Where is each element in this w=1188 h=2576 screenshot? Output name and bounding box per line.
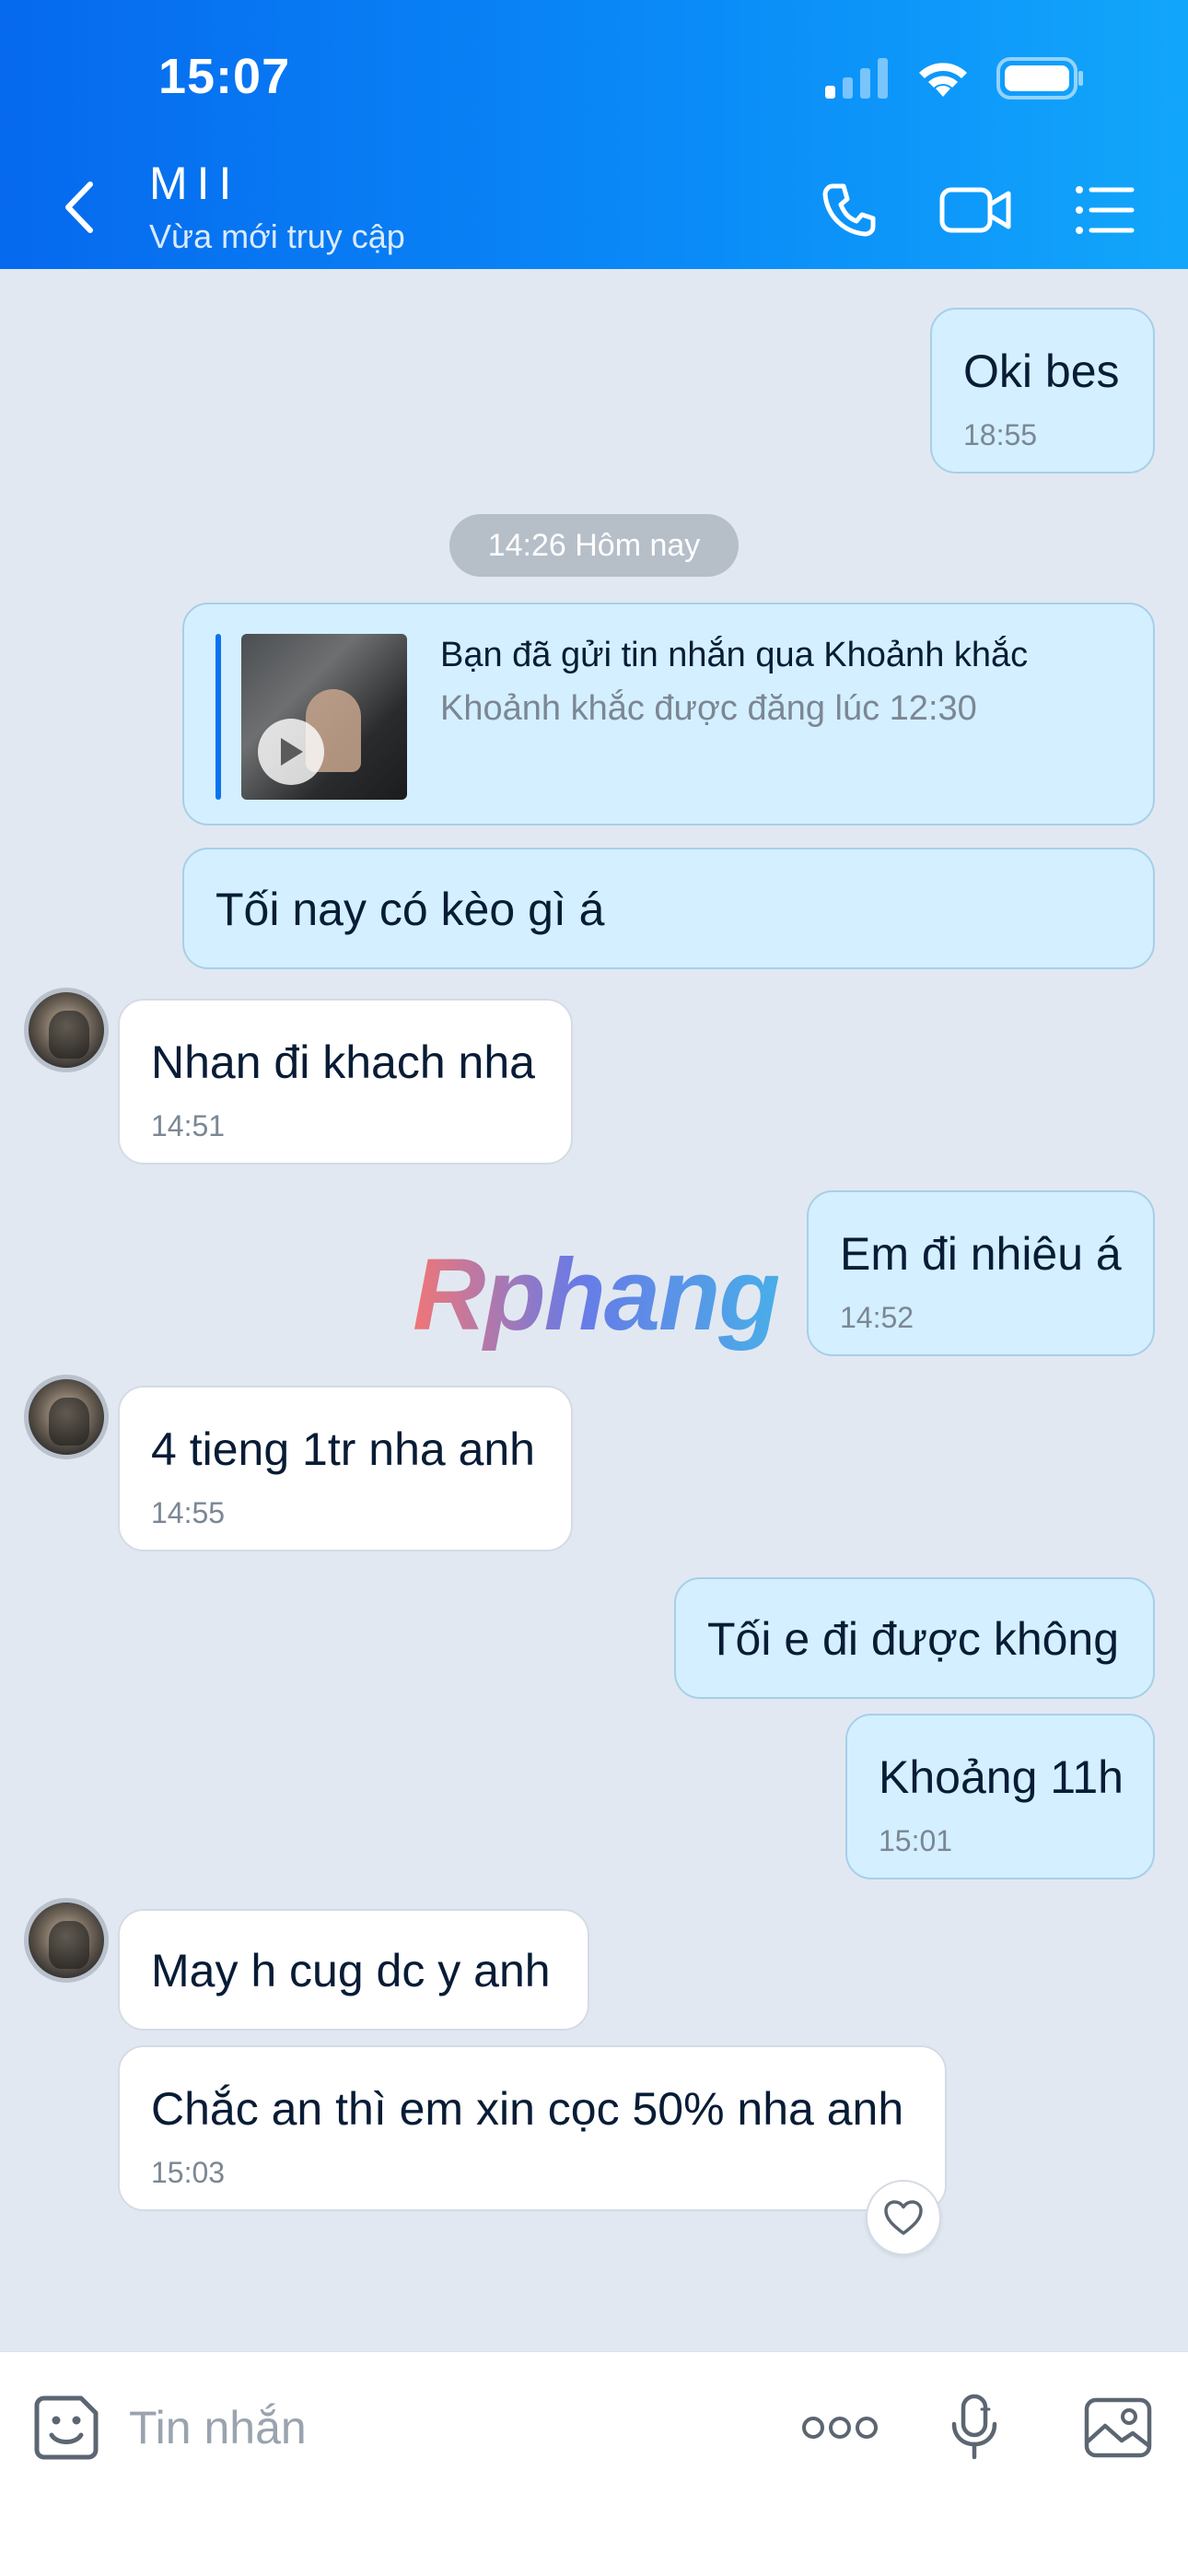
date-separator: 14:26 Hôm nay [449, 514, 739, 577]
more-dots-icon [802, 2417, 878, 2439]
back-button[interactable] [57, 175, 103, 240]
phone-icon [822, 183, 876, 237]
battery-icon [996, 57, 1083, 100]
message-time: 15:03 [151, 2156, 226, 2189]
message-outgoing[interactable]: Em đi nhiêu á 14:52 [807, 1190, 1155, 1356]
quote-bar [215, 634, 221, 800]
microphone-icon [951, 2394, 997, 2460]
contact-avatar[interactable] [24, 1375, 109, 1459]
message-text: Chắc an thì em xin cọc 50% nha anh [151, 2083, 904, 2135]
message-text: May h cug dc y anh [151, 1945, 551, 1996]
message-outgoing[interactable]: Oki bes 18:55 [930, 308, 1155, 474]
message-outgoing[interactable]: Tối nay có kèo gì á [182, 848, 1155, 969]
message-outgoing[interactable]: Khoảng 11h 15:01 [845, 1714, 1155, 1879]
moment-thumbnail[interactable] [241, 634, 407, 800]
moment-reply-card[interactable]: Bạn đã gửi tin nhắn qua Khoảnh khắc Khoả… [182, 603, 1155, 825]
message-time: 14:55 [151, 1496, 226, 1529]
contact-avatar[interactable] [24, 1898, 109, 1983]
sticker-button[interactable] [28, 2389, 105, 2466]
play-button[interactable] [258, 719, 324, 785]
message-time: 15:01 [879, 1824, 953, 1857]
watermark-logo: Rphang [413, 1238, 780, 1352]
chevron-left-icon [65, 181, 93, 233]
wifi-icon [919, 63, 967, 97]
contact-status: Vừa mới truy cập [149, 217, 405, 255]
contact-name[interactable]: MII [149, 157, 240, 210]
react-heart-button[interactable] [866, 2180, 941, 2255]
chat-header: 15:07 MII Vừa mới truy cập [0, 0, 1188, 269]
image-gallery-icon [1084, 2397, 1152, 2458]
video-call-button[interactable] [939, 177, 1013, 243]
contact-avatar[interactable] [24, 988, 109, 1072]
emoji-sticker-icon [34, 2395, 99, 2460]
status-icons [825, 57, 1085, 100]
more-options-button[interactable] [801, 2389, 879, 2466]
moment-title: Bạn đã gửi tin nhắn qua Khoảnh khắc [440, 636, 1029, 674]
message-list[interactable]: Oki bes 18:55 14:26 Hôm nay Bạn đã gửi t… [0, 269, 1188, 2351]
message-input-bar [0, 2351, 1188, 2576]
play-icon [281, 738, 303, 766]
message-incoming[interactable]: 4 tieng 1tr nha anh 14:55 [118, 1386, 573, 1551]
message-text: 4 tieng 1tr nha anh [151, 1423, 535, 1475]
status-time: 15:07 [158, 49, 291, 104]
message-text: Tối nay có kèo gì á [215, 884, 605, 935]
cellular-signal-icon [825, 58, 888, 99]
message-text: Em đi nhiêu á [840, 1228, 1122, 1280]
list-menu-icon [1076, 186, 1135, 234]
message-time: 14:51 [151, 1109, 226, 1142]
message-incoming[interactable]: Chắc an thì em xin cọc 50% nha anh 15:03 [118, 2045, 947, 2211]
message-text: Oki bes [963, 345, 1120, 397]
voice-call-button[interactable] [812, 177, 886, 243]
message-input[interactable] [129, 2393, 755, 2463]
chat-options-button[interactable] [1068, 177, 1142, 243]
voice-message-button[interactable] [936, 2389, 1013, 2466]
photo-gallery-button[interactable] [1079, 2389, 1157, 2466]
message-outgoing[interactable]: Tối e đi được không [674, 1577, 1155, 1699]
heart-icon [884, 2200, 923, 2235]
message-time: 14:52 [840, 1301, 914, 1334]
message-text: Tối e đi được không [707, 1613, 1120, 1665]
message-incoming[interactable]: May h cug dc y anh [118, 1909, 589, 2031]
message-text: Nhan đi khach nha [151, 1036, 535, 1088]
message-text: Khoảng 11h [879, 1751, 1124, 1803]
video-camera-icon [939, 187, 1011, 233]
message-time: 18:55 [963, 418, 1038, 451]
message-incoming[interactable]: Nhan đi khach nha 14:51 [118, 999, 573, 1165]
moment-subtitle: Khoảnh khắc được đăng lúc 12:30 [440, 689, 977, 728]
